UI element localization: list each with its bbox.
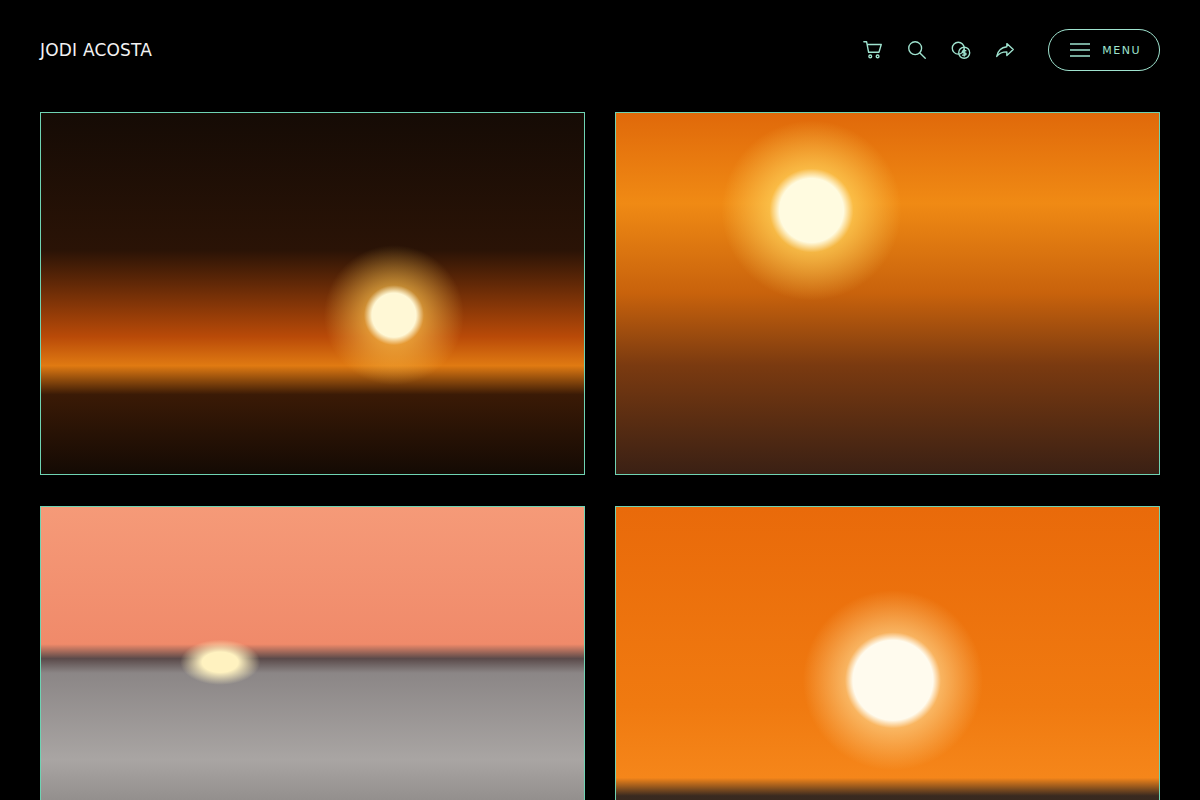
cart-icon[interactable] — [862, 39, 884, 61]
gallery-photo[interactable] — [615, 112, 1160, 475]
header-tools: MENU — [862, 29, 1160, 71]
gallery-photo[interactable] — [40, 506, 585, 800]
currency-icon[interactable] — [950, 39, 972, 61]
site-logo[interactable]: JODI ACOSTA — [40, 40, 152, 60]
menu-label: MENU — [1102, 44, 1141, 57]
site-header: JODI ACOSTA MENU — [0, 0, 1200, 100]
share-icon[interactable] — [994, 39, 1016, 61]
gallery-photo[interactable] — [40, 112, 585, 475]
portfolio-page: JODI ACOSTA MENU — [0, 0, 1200, 800]
search-icon[interactable] — [906, 39, 928, 61]
gallery-photo[interactable] — [615, 506, 1160, 800]
hamburger-icon — [1070, 43, 1090, 57]
photo-gallery — [0, 100, 1200, 800]
menu-button[interactable]: MENU — [1048, 29, 1160, 71]
